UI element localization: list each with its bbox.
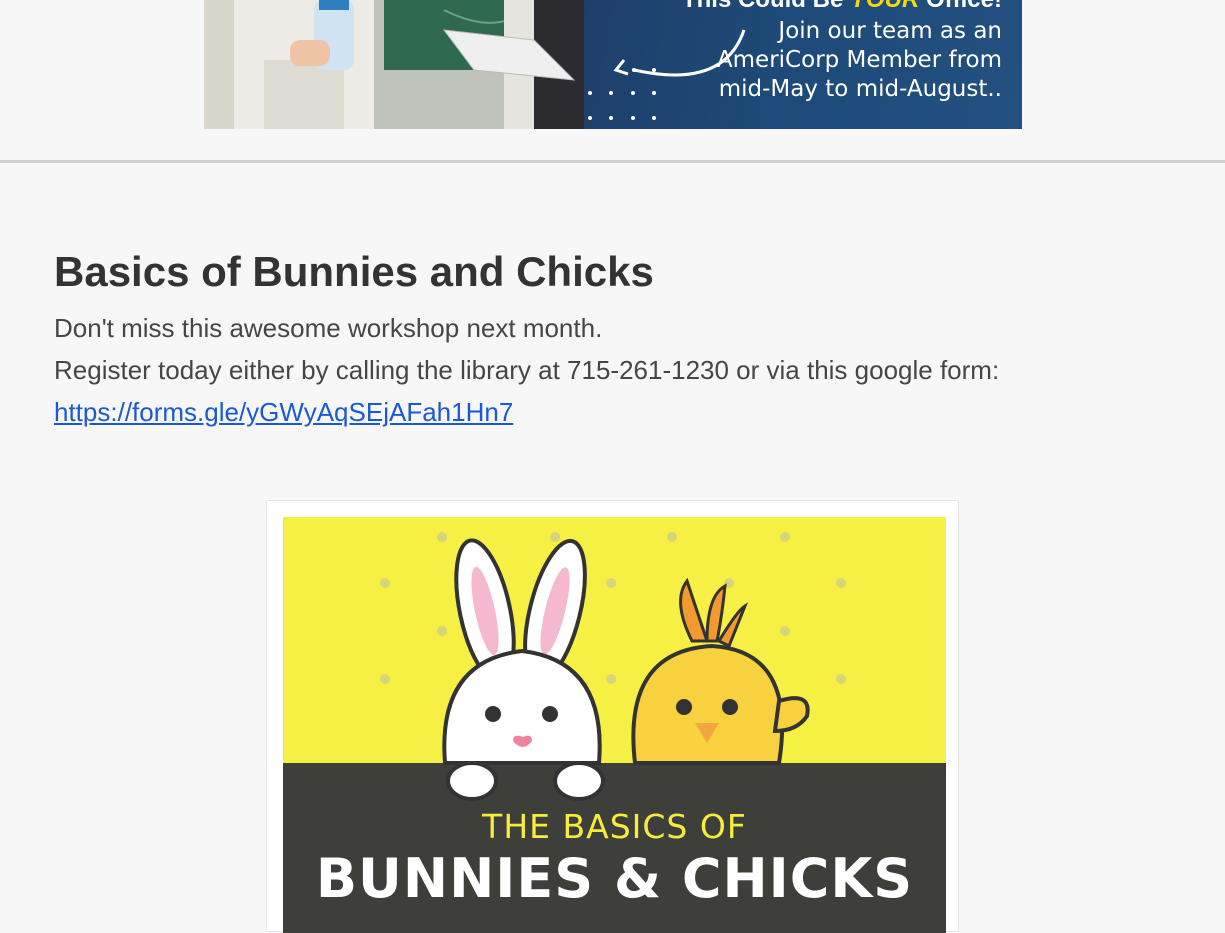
chick-icon: [631, 577, 810, 765]
article-line-2: Register today either by calling the lib…: [54, 349, 1044, 433]
section-divider: [0, 160, 1225, 163]
article-line-1: Don't miss this awesome workshop next mo…: [54, 313, 603, 343]
americorp-banner-image: This Could Be YOUR Office! Join our team…: [204, 0, 1022, 129]
bunnies-chicks-poster: THE BASICS OF BUNNIES & CHICKS: [267, 501, 958, 933]
bunny-icon: [442, 538, 605, 801]
poster-main-title: BUNNIES & CHICKS: [315, 847, 914, 910]
article-body: Don't miss this awesome workshop next mo…: [54, 307, 1044, 433]
poster-pre-title: THE BASICS OF: [482, 807, 747, 846]
google-form-link[interactable]: https://forms.gle/yGWyAqSEjAFah1Hn7: [54, 397, 513, 427]
article-title: Basics of Bunnies and Chicks: [54, 248, 654, 295]
register-text: Register today either by calling the lib…: [54, 355, 1000, 385]
banner-arrow-and-dots: [588, 29, 746, 120]
